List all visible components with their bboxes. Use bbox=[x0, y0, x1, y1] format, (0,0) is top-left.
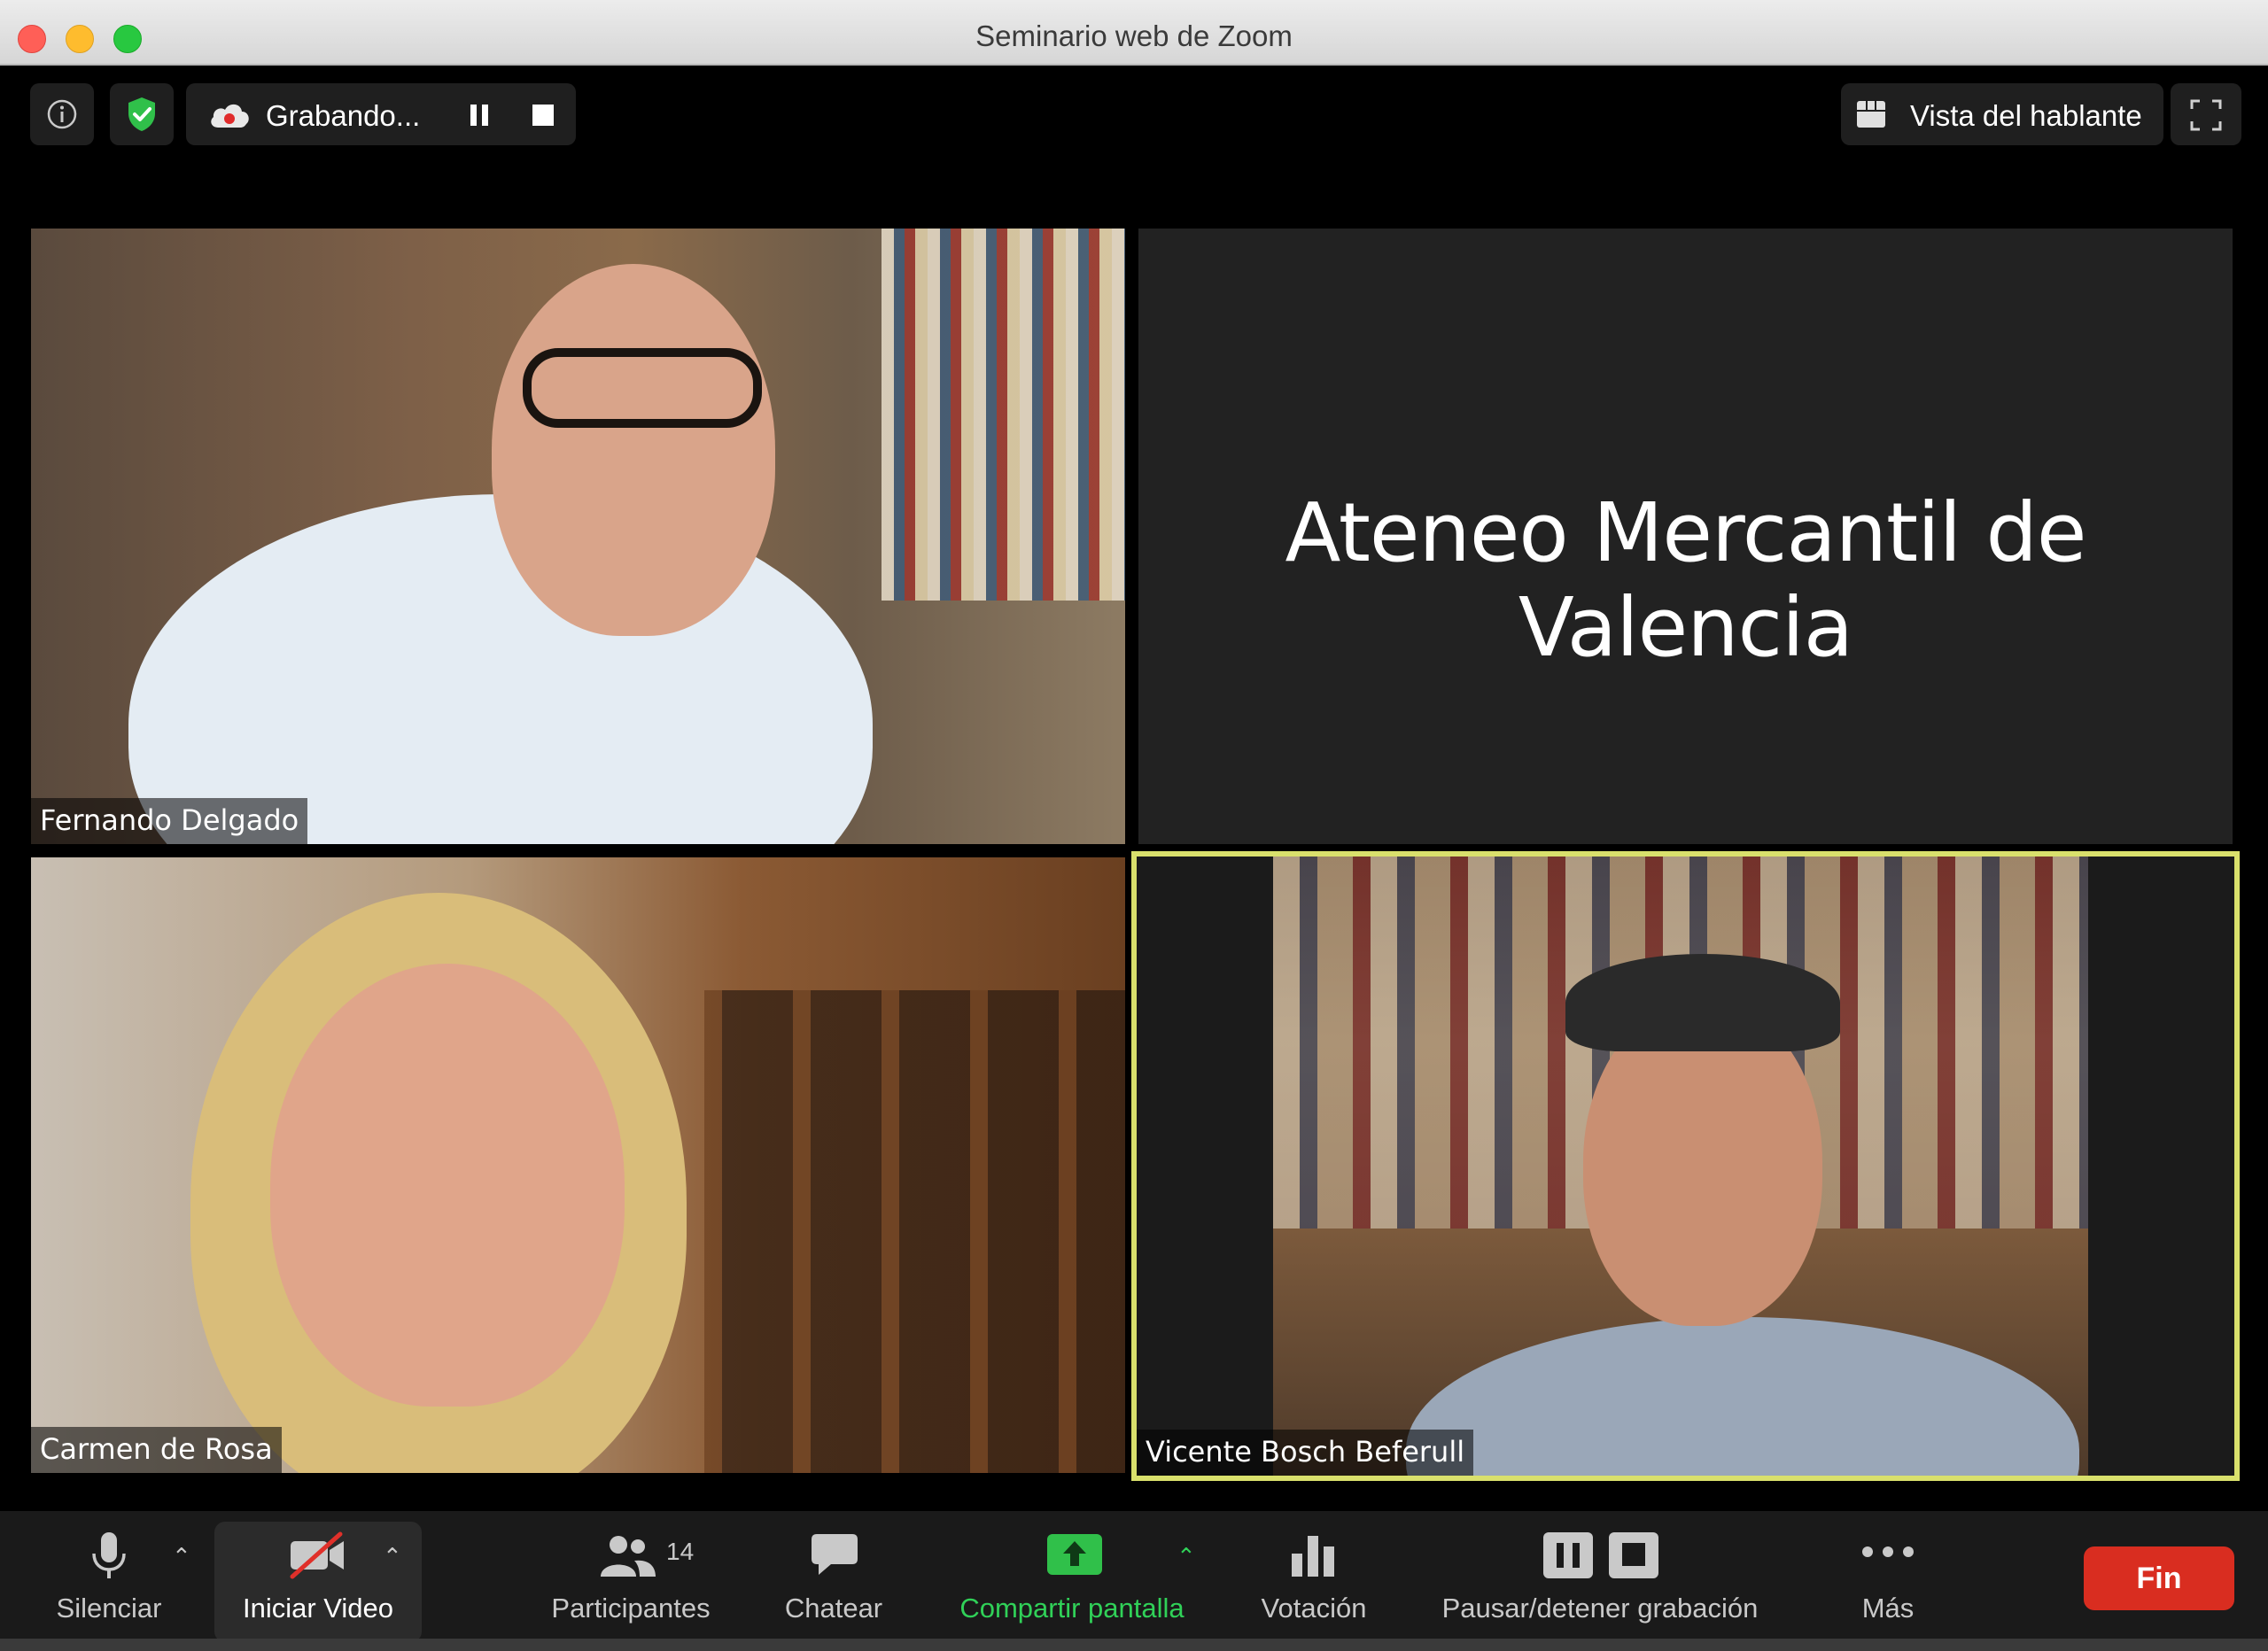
pause-stop-recording-label: Pausar/detener grabación bbox=[1441, 1593, 1759, 1624]
share-screen-icon bbox=[1047, 1534, 1102, 1575]
info-icon bbox=[47, 99, 77, 129]
chat-button[interactable]: Chatear bbox=[767, 1511, 900, 1644]
share-screen-button[interactable]: Compartir pantalla bbox=[939, 1511, 1205, 1644]
content-share-tile: Ateneo Mercantil de Valencia bbox=[1138, 229, 2233, 844]
shield-icon bbox=[128, 97, 155, 131]
cloud-recording-icon bbox=[211, 104, 249, 128]
recording-bar: Grabando... bbox=[186, 83, 576, 145]
pause-icon bbox=[1543, 1532, 1593, 1578]
video-button[interactable]: Iniciar Video bbox=[214, 1522, 422, 1642]
participants-icon bbox=[601, 1536, 656, 1577]
person-hair bbox=[1565, 954, 1840, 1051]
more-button[interactable]: Más bbox=[1825, 1511, 1951, 1644]
participants-count: 14 bbox=[666, 1538, 695, 1565]
slide-title: Ateneo Mercantil de Valencia bbox=[1285, 485, 2087, 675]
polls-label: Votación bbox=[1261, 1593, 1367, 1624]
bookshelf bbox=[882, 229, 1125, 601]
stop-icon bbox=[1609, 1532, 1658, 1578]
stop-recording-icon[interactable] bbox=[532, 104, 555, 127]
grid-view-icon bbox=[1857, 101, 1885, 128]
share-screen-label: Compartir pantalla bbox=[959, 1593, 1184, 1624]
window-title: Seminario web de Zoom bbox=[975, 19, 1293, 52]
person-face bbox=[270, 964, 625, 1407]
participants-button[interactable]: 14 Participantes bbox=[532, 1511, 730, 1644]
fullscreen-button[interactable] bbox=[2171, 83, 2241, 145]
meeting-toolbar: Silenciar ⌃ Iniciar Video ⌃ 14 Participa… bbox=[0, 1511, 2268, 1651]
pause-recording-icon[interactable] bbox=[468, 103, 491, 128]
meeting-info-button[interactable] bbox=[30, 83, 94, 145]
participant-name: Vicente Bosch Beferull bbox=[1137, 1430, 1474, 1476]
mute-label: Silenciar bbox=[56, 1593, 162, 1624]
share-options-caret-icon[interactable]: ⌃ bbox=[1177, 1543, 1196, 1570]
chat-label: Chatear bbox=[784, 1593, 883, 1624]
more-dots-icon bbox=[1862, 1546, 1914, 1557]
window-titlebar: Seminario web de Zoom bbox=[0, 0, 2268, 66]
chat-icon bbox=[812, 1534, 858, 1575]
camera-feed bbox=[1273, 857, 2088, 1476]
video-off-icon bbox=[290, 1531, 344, 1579]
microphone-icon bbox=[92, 1532, 126, 1578]
end-meeting-button[interactable]: Fin bbox=[2084, 1546, 2234, 1610]
mute-button[interactable]: Silenciar bbox=[35, 1511, 183, 1644]
glasses bbox=[523, 348, 762, 428]
glass-door bbox=[704, 990, 1125, 1473]
view-label: Vista del hablante bbox=[1910, 99, 2142, 132]
video-options-caret-icon[interactable]: ⌃ bbox=[383, 1543, 402, 1570]
video-tile[interactable]: Carmen de Rosa bbox=[31, 857, 1125, 1473]
recording-status: Grabando... bbox=[266, 99, 421, 132]
person-jacket bbox=[1406, 1317, 2079, 1476]
security-button[interactable] bbox=[110, 83, 174, 145]
more-label: Más bbox=[1861, 1593, 1915, 1624]
poll-icon bbox=[1292, 1536, 1334, 1577]
video-tile[interactable]: Fernando Delgado bbox=[31, 229, 1125, 844]
participant-name: Fernando Delgado bbox=[31, 798, 308, 844]
window-bottom-edge bbox=[0, 1639, 2268, 1651]
fullscreen-icon bbox=[2190, 99, 2222, 131]
person-face bbox=[492, 264, 775, 636]
person-shirt bbox=[128, 494, 873, 844]
pause-stop-recording-button[interactable]: Pausar/detener grabación bbox=[1421, 1511, 1779, 1644]
participants-label: Participantes bbox=[551, 1593, 711, 1624]
participant-name: Carmen de Rosa bbox=[31, 1427, 282, 1473]
audio-options-caret-icon[interactable]: ⌃ bbox=[172, 1543, 191, 1570]
polls-button[interactable]: Votación bbox=[1240, 1511, 1387, 1644]
active-speaker-tile[interactable]: Vicente Bosch Beferull bbox=[1131, 851, 2240, 1481]
view-toggle-button[interactable]: Vista del hablante bbox=[1841, 83, 2163, 145]
video-label: Iniciar Video bbox=[242, 1593, 394, 1624]
